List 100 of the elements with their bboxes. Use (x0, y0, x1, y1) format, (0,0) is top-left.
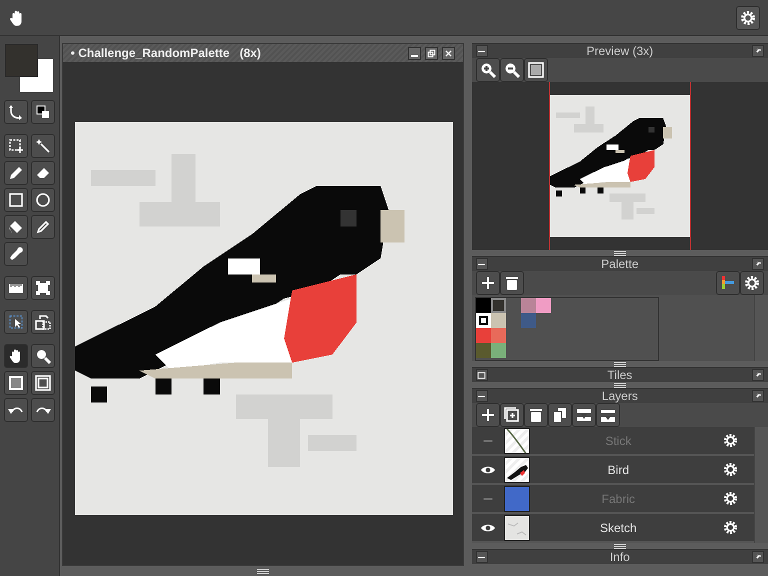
merge-down-icon (576, 407, 592, 423)
zoom-out-icon (504, 62, 520, 78)
settings-icon[interactable] (723, 433, 738, 448)
duplicate-button[interactable] (548, 403, 572, 427)
merge-button[interactable] (596, 403, 620, 427)
color-ramp-button[interactable] (716, 271, 740, 295)
zoom-in-button[interactable] (476, 58, 500, 82)
color-swatch[interactable] (490, 313, 506, 328)
color-swatch[interactable] (520, 298, 536, 313)
add-icon (480, 275, 496, 291)
undock-button[interactable] (752, 390, 764, 402)
undock-button[interactable] (752, 551, 764, 563)
eraser-button[interactable] (30, 161, 55, 185)
trash-button[interactable] (524, 403, 548, 427)
duplicate-icon (552, 407, 568, 423)
zoom-button[interactable] (30, 344, 55, 368)
color-swatch[interactable] (476, 298, 491, 313)
color-swatch[interactable] (536, 298, 551, 313)
layer-select-button[interactable] (4, 310, 28, 334)
settings-button[interactable] (736, 6, 760, 30)
rectangle-icon (8, 192, 24, 208)
restore-button[interactable] (424, 46, 438, 60)
undock-icon (754, 260, 762, 268)
settings-icon[interactable] (723, 462, 738, 477)
collapse-button[interactable] (476, 390, 488, 402)
ruler-button[interactable] (4, 276, 28, 300)
merge-icon (600, 407, 616, 423)
resize-grip-icon[interactable] (256, 568, 269, 574)
panel-title: Info (610, 550, 630, 564)
move-selection-icon (34, 314, 51, 330)
add-icon (480, 407, 496, 423)
trash-button[interactable] (500, 271, 524, 295)
collapse-button[interactable] (476, 258, 488, 270)
swap-colors-button[interactable] (30, 100, 55, 124)
curve-arrow-icon (8, 104, 24, 120)
undock-button[interactable] (752, 45, 764, 57)
close-icon (444, 48, 453, 58)
undock-button[interactable] (752, 369, 764, 381)
panel-title: Palette (601, 256, 639, 272)
magic-wand-button[interactable] (30, 134, 55, 158)
move-selection-button[interactable] (30, 310, 55, 334)
resize-grip-icon[interactable] (614, 382, 626, 388)
pencil-button[interactable] (4, 161, 28, 185)
frame-icon (34, 375, 51, 391)
resize-grip-icon[interactable] (614, 544, 626, 548)
ellipse-button[interactable] (30, 188, 55, 212)
color-swatch[interactable] (476, 343, 491, 358)
color-swatch[interactable] (490, 343, 506, 358)
color-swatch[interactable] (490, 298, 506, 313)
undock-icon (754, 46, 762, 56)
zoom-icon (34, 348, 51, 364)
redo-button[interactable] (30, 398, 55, 422)
bucket-button[interactable] (4, 215, 28, 239)
hand-button[interactable] (4, 344, 28, 368)
add-button[interactable] (476, 271, 500, 295)
frame-button[interactable] (30, 371, 55, 395)
rectangle-button[interactable] (4, 188, 28, 212)
zoom-out-button[interactable] (500, 58, 524, 82)
color-ramp-icon (720, 275, 736, 291)
settings-button[interactable] (740, 271, 764, 295)
frame-icon (8, 375, 24, 391)
color-swatch[interactable] (476, 328, 491, 343)
color-swatch[interactable] (476, 313, 491, 328)
magic-wand-icon (34, 138, 51, 154)
undo-button[interactable] (4, 398, 28, 422)
color-swatch[interactable] (520, 313, 536, 328)
settings-icon[interactable] (723, 520, 738, 535)
panel-title: Layers (602, 388, 638, 404)
pen-button[interactable] (30, 215, 55, 239)
undock-icon (754, 552, 762, 562)
selection-button[interactable] (4, 134, 28, 158)
collapse-button[interactable] (476, 551, 488, 563)
add-button[interactable] (476, 403, 500, 427)
bucket-icon (8, 219, 24, 235)
eyedropper-button[interactable] (4, 242, 28, 266)
layer-name: Stick (604, 432, 632, 450)
panel-title: Tiles (607, 368, 632, 382)
layer-row[interactable]: Bird (472, 456, 754, 485)
settings-icon[interactable] (723, 491, 738, 506)
resize-grip-icon[interactable] (614, 362, 626, 366)
minimize-icon (410, 55, 418, 57)
undock-button[interactable] (752, 258, 764, 270)
merge-down-button[interactable] (572, 403, 596, 427)
add-layer-button[interactable] (500, 403, 524, 427)
transform-button[interactable] (30, 276, 55, 300)
close-button[interactable] (442, 46, 455, 60)
collapse-button[interactable] (476, 45, 488, 57)
background-icon (528, 62, 544, 78)
add-layer-icon (504, 407, 520, 423)
settings-icon (744, 275, 760, 291)
frame-button[interactable] (4, 371, 28, 395)
layer-thumbnail (504, 514, 530, 540)
layer-row[interactable]: Sketch (472, 514, 754, 543)
curve-arrow-button[interactable] (4, 100, 28, 124)
restore-icon (426, 48, 436, 58)
resize-grip-icon[interactable] (614, 250, 626, 256)
color-swatch[interactable] (490, 328, 506, 343)
undock-icon (754, 392, 762, 400)
minimize-button[interactable] (408, 46, 421, 60)
collapse-button[interactable] (476, 369, 488, 381)
